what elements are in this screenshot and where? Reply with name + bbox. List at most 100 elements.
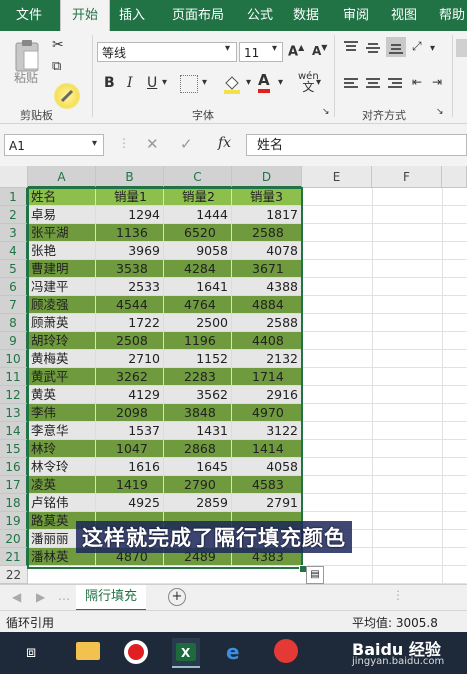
row-header[interactable]: 4 bbox=[0, 242, 28, 260]
table-cell[interactable]: 3262 bbox=[96, 368, 164, 386]
row-header[interactable]: 21 bbox=[0, 548, 28, 566]
format-painter-icon[interactable] bbox=[54, 83, 80, 109]
tab-insert[interactable]: 插入 bbox=[110, 0, 154, 31]
borders-icon[interactable] bbox=[180, 75, 198, 93]
table-cell[interactable]: 1616 bbox=[96, 458, 164, 476]
table-cell[interactable]: 凌英 bbox=[28, 476, 96, 494]
table-cell[interactable]: 1722 bbox=[96, 314, 164, 332]
table-cell[interactable]: 黄梅英 bbox=[28, 350, 96, 368]
bold-button[interactable]: B bbox=[104, 75, 115, 91]
enter-icon[interactable]: ✓ bbox=[180, 135, 193, 153]
quick-analysis-icon[interactable]: ▤ bbox=[306, 566, 324, 584]
tab-help[interactable]: 帮助 bbox=[432, 0, 467, 31]
chevron-down-icon[interactable]: ▾ bbox=[202, 77, 207, 88]
column-header-a[interactable]: A bbox=[28, 166, 96, 188]
paste-button[interactable]: 粘贴 bbox=[14, 69, 38, 86]
tab-home[interactable]: 开始 bbox=[60, 0, 110, 31]
row-header[interactable]: 7 bbox=[0, 296, 28, 314]
align-right-icon[interactable] bbox=[386, 75, 404, 93]
align-left-icon[interactable] bbox=[342, 75, 360, 93]
chevron-down-icon[interactable]: ▾ bbox=[92, 138, 97, 149]
table-cell[interactable]: 1645 bbox=[164, 458, 232, 476]
table-cell[interactable]: 2588 bbox=[232, 314, 302, 332]
table-cell[interactable]: 3671 bbox=[232, 260, 302, 278]
row-header[interactable]: 15 bbox=[0, 440, 28, 458]
excel-taskbar-icon[interactable]: X bbox=[172, 638, 200, 668]
table-cell[interactable]: 卢铭伟 bbox=[28, 494, 96, 512]
table-cell[interactable]: 李意华 bbox=[28, 422, 96, 440]
chevron-down-icon[interactable]: ▾ bbox=[246, 77, 251, 88]
tab-view[interactable]: 视图 bbox=[384, 0, 424, 31]
name-box[interactable]: A1 bbox=[4, 134, 104, 156]
row-header[interactable]: 19 bbox=[0, 512, 28, 530]
column-header-f[interactable]: F bbox=[372, 166, 442, 188]
table-cell[interactable]: 2508 bbox=[96, 332, 164, 350]
table-cell[interactable]: 姓名 bbox=[28, 188, 96, 206]
table-cell[interactable]: 1152 bbox=[164, 350, 232, 368]
chevron-down-icon[interactable]: ▾ bbox=[162, 77, 167, 88]
table-cell[interactable]: 1431 bbox=[164, 422, 232, 440]
row-header[interactable]: 20 bbox=[0, 530, 28, 548]
orientation-icon[interactable]: ⤢ bbox=[412, 39, 422, 54]
table-cell[interactable]: 曹建明 bbox=[28, 260, 96, 278]
table-cell[interactable]: 6520 bbox=[164, 224, 232, 242]
row-header[interactable]: 13 bbox=[0, 404, 28, 422]
table-cell[interactable]: 1294 bbox=[96, 206, 164, 224]
table-cell[interactable]: 林玲 bbox=[28, 440, 96, 458]
table-cell[interactable]: 2283 bbox=[164, 368, 232, 386]
table-cell[interactable]: 2868 bbox=[164, 440, 232, 458]
chevron-down-icon[interactable]: ▾ bbox=[272, 43, 277, 54]
table-cell[interactable]: 胡玲玲 bbox=[28, 332, 96, 350]
table-cell[interactable]: 1136 bbox=[96, 224, 164, 242]
column-header-g[interactable] bbox=[442, 166, 467, 188]
chevron-down-icon[interactable]: ▾ bbox=[225, 43, 230, 54]
add-sheet-icon[interactable]: + bbox=[168, 588, 186, 606]
table-cell[interactable]: 1537 bbox=[96, 422, 164, 440]
row-header[interactable]: 14 bbox=[0, 422, 28, 440]
table-cell[interactable]: 林令玲 bbox=[28, 458, 96, 476]
tab-data[interactable]: 数据 bbox=[286, 0, 326, 31]
row-header[interactable]: 11 bbox=[0, 368, 28, 386]
row-header[interactable]: 3 bbox=[0, 224, 28, 242]
table-cell[interactable]: 卓易 bbox=[28, 206, 96, 224]
table-cell[interactable]: 4129 bbox=[96, 386, 164, 404]
fill-color-icon[interactable] bbox=[222, 73, 242, 94]
task-view-icon[interactable]: ⧈ bbox=[26, 642, 36, 662]
table-cell[interactable]: 4583 bbox=[232, 476, 302, 494]
table-cell[interactable]: 李伟 bbox=[28, 404, 96, 422]
font-color-icon[interactable]: A bbox=[258, 71, 270, 93]
chevron-down-icon[interactable]: ▾ bbox=[316, 77, 321, 88]
next-sheet-icon[interactable]: ▶ bbox=[36, 590, 45, 604]
sheet-tab-active[interactable]: 隔行填充 bbox=[76, 585, 146, 611]
table-cell[interactable]: 黄武平 bbox=[28, 368, 96, 386]
edge-icon[interactable]: e bbox=[226, 640, 240, 664]
chevron-down-icon[interactable]: ▾ bbox=[430, 43, 435, 54]
table-cell[interactable]: 1817 bbox=[232, 206, 302, 224]
row-header[interactable]: 1 bbox=[0, 188, 28, 206]
wrap-text-icon[interactable] bbox=[456, 39, 467, 57]
outdent-icon[interactable]: ⇥ bbox=[432, 75, 442, 89]
column-header-d[interactable]: D bbox=[232, 166, 302, 188]
cancel-icon[interactable]: ✕ bbox=[146, 135, 159, 153]
indent-icon[interactable]: ⇤ bbox=[412, 75, 422, 89]
align-center-icon[interactable] bbox=[364, 75, 382, 93]
table-cell[interactable]: 冯建平 bbox=[28, 278, 96, 296]
table-cell[interactable]: 2790 bbox=[164, 476, 232, 494]
table-cell[interactable]: 顾凌强 bbox=[28, 296, 96, 314]
tab-formulas[interactable]: 公式 bbox=[240, 0, 280, 31]
table-cell[interactable]: 张平湖 bbox=[28, 224, 96, 242]
table-cell[interactable]: 2132 bbox=[232, 350, 302, 368]
table-cell[interactable]: 4388 bbox=[232, 278, 302, 296]
table-cell[interactable]: 1714 bbox=[232, 368, 302, 386]
font-dialog-launcher-icon[interactable]: ↘ bbox=[322, 107, 330, 117]
font-name-select[interactable]: 等线 bbox=[97, 42, 237, 62]
table-cell[interactable]: 销量2 bbox=[164, 188, 232, 206]
italic-button[interactable]: I bbox=[127, 75, 133, 91]
row-header[interactable]: 5 bbox=[0, 260, 28, 278]
table-cell[interactable]: 4925 bbox=[96, 494, 164, 512]
chevron-down-icon[interactable]: ▾ bbox=[278, 77, 283, 88]
table-cell[interactable]: 2791 bbox=[232, 494, 302, 512]
table-cell[interactable]: 2710 bbox=[96, 350, 164, 368]
table-cell[interactable]: 1419 bbox=[96, 476, 164, 494]
app-icon[interactable] bbox=[274, 639, 298, 663]
